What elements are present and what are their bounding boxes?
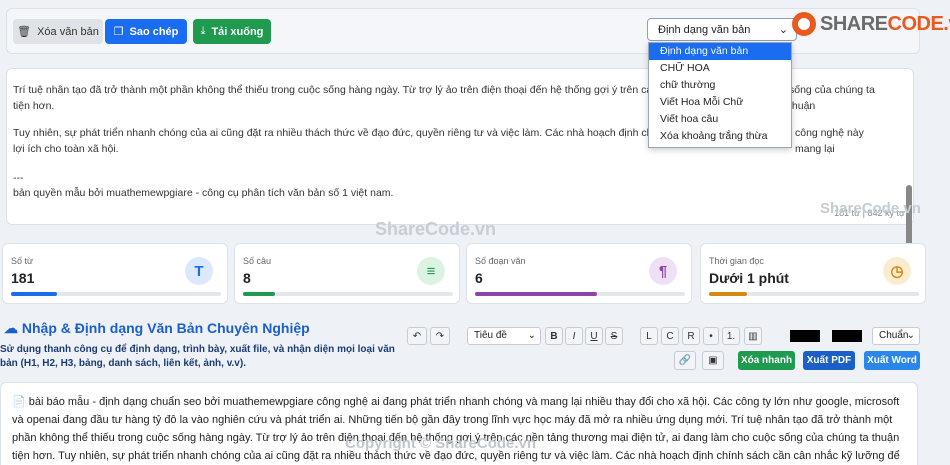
format-option[interactable]: Viết Hoa Mỗi Chữ: [649, 94, 791, 111]
stat-icon: ≡: [417, 257, 445, 285]
cloud-icon: ☁: [4, 320, 18, 336]
stat-value: Dưới 1 phút: [709, 270, 789, 286]
stat-card: Số từ 181 T: [2, 243, 228, 304]
watermark: ShareCode.vn: [375, 219, 497, 239]
bold-button[interactable]: B: [545, 327, 563, 345]
trash-icon: 🗑: [17, 26, 32, 38]
chevron-down-icon: ⌄: [778, 24, 788, 36]
image-icon[interactable]: ▣: [702, 351, 724, 370]
stat-card: Thời gian đọc Dưới 1 phút ◷: [700, 243, 926, 304]
stat-label: Thời gian đọc: [709, 256, 764, 266]
format-option[interactable]: chữ thường: [649, 77, 791, 94]
chart-icon[interactable]: ▥: [744, 327, 762, 345]
align-right-button[interactable]: R: [682, 327, 700, 345]
italic-button[interactable]: I: [565, 327, 583, 345]
heading-select[interactable]: Tiêu đề ⌄: [467, 327, 541, 345]
format-option[interactable]: Viết hoa câu: [649, 111, 791, 128]
rich-text-editor[interactable]: 📄 bài báo mẫu - định dạng chuẩn seo bởi …: [0, 382, 918, 465]
stat-icon: T: [185, 257, 213, 285]
redo-button[interactable]: ↷: [430, 327, 450, 345]
editor-subtitle: Sử dụng thanh công cụ để định dạng, trìn…: [0, 344, 395, 369]
stat-progress-fill: [709, 292, 747, 296]
stat-progress: [709, 292, 919, 296]
align-left-button[interactable]: L: [640, 327, 658, 345]
download-icon: ⤓: [200, 25, 206, 37]
format-option[interactable]: Định dạng văn bản: [649, 43, 791, 60]
stat-value: 181: [11, 270, 35, 286]
format-select[interactable]: Định dạng văn bản ⌄: [647, 18, 797, 41]
text-color-swatch[interactable]: [790, 330, 820, 342]
format-option[interactable]: CHỮ HOA: [649, 60, 791, 77]
stat-label: Số từ: [11, 256, 34, 266]
stat-value: 6: [475, 270, 483, 286]
stat-card: Số đoạn văn 6 ¶: [466, 243, 692, 304]
export-word-button[interactable]: Xuất Word: [864, 351, 920, 370]
copy-button[interactable]: ❐ Sao chép: [105, 19, 187, 44]
undo-button[interactable]: ↶: [407, 327, 427, 345]
copy-icon: ❐: [113, 26, 124, 38]
stat-card: Số câu 8 ≡: [234, 243, 460, 304]
strike-button[interactable]: S: [605, 327, 623, 345]
stat-icon: ¶: [649, 257, 677, 285]
stat-progress-fill: [243, 292, 275, 296]
export-pdf-button[interactable]: Xuất PDF: [803, 351, 855, 370]
quick-clear-button[interactable]: Xóa nhanh: [738, 351, 795, 370]
underline-button[interactable]: U: [585, 327, 603, 345]
chevron-down-icon: ⌄: [906, 330, 915, 341]
stat-progress-fill: [475, 292, 597, 296]
stat-progress-fill: [11, 292, 58, 296]
format-dropdown-list: Định dạng văn bản CHỮ HOA chữ thường Viết H…: [648, 42, 792, 148]
stat-value: 8: [243, 270, 251, 286]
stat-progress: [475, 292, 685, 296]
download-button[interactable]: ⤓ Tải xuống: [193, 19, 271, 44]
logo-icon: [792, 12, 816, 36]
chevron-down-icon: ⌄: [527, 330, 536, 341]
stat-progress: [243, 292, 453, 296]
numbered-list-button[interactable]: 1.: [722, 327, 740, 345]
sharecode-logo: SHARECODE.vn: [792, 12, 950, 36]
stat-label: Số câu: [243, 256, 272, 266]
watermark: ShareCode.vn: [820, 200, 921, 217]
align-select[interactable]: Chuẩn ⌄: [872, 327, 920, 345]
link-icon[interactable]: 🔗: [674, 351, 696, 370]
bullet-list-button[interactable]: •: [703, 327, 719, 345]
editor-title: ☁ Nhập & Định dạng Văn Bản Chuyên Nghiệp: [4, 320, 310, 336]
bg-color-swatch[interactable]: [832, 330, 862, 342]
format-option[interactable]: Xóa khoảng trắng thừa: [649, 128, 791, 145]
stat-progress: [11, 292, 221, 296]
stat-icon: ◷: [883, 257, 911, 285]
watermark: Copyright © ShareCode.vn: [345, 435, 537, 452]
stat-label: Số đoạn văn: [475, 256, 526, 266]
align-center-button[interactable]: C: [661, 327, 679, 345]
clear-text-button[interactable]: 🗑 Xóa văn bản: [13, 19, 103, 44]
